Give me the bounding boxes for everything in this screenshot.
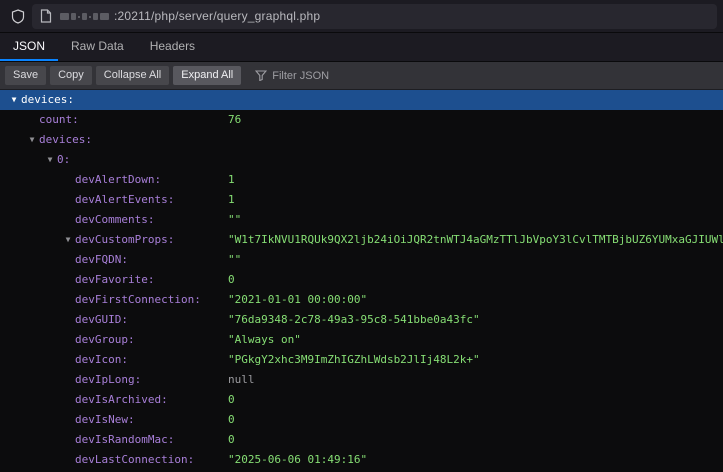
twisty-expanded-icon[interactable]: ▼ — [26, 130, 38, 150]
json-value: "" — [228, 210, 241, 230]
json-key: devCustomProps: — [0, 233, 174, 246]
filter-input[interactable] — [272, 70, 402, 82]
json-row-devFirstConnection[interactable]: devFirstConnection: "2021-01-01 00:00:00" — [0, 290, 723, 310]
json-value: "W1t7IkNVU1RQUk9QX2ljb24iOiJQR2tnWTJ4aGM… — [228, 230, 723, 250]
json-value: 76 — [228, 110, 241, 130]
json-row-devCustomProps[interactable]: ▼devCustomProps: "W1t7IkNVU1RQUk9QX2ljb24… — [0, 230, 723, 250]
json-value: "2025-06-06 01:49:16" — [228, 450, 367, 470]
json-key: devFQDN: — [0, 253, 128, 266]
twisty-expanded-icon[interactable]: ▼ — [62, 230, 74, 250]
browser-window: :20211/php/server/query_graphql.php JSON… — [0, 0, 723, 472]
json-key: devIcon: — [0, 353, 128, 366]
json-value: 0 — [228, 430, 235, 450]
json-key: devIpLong: — [0, 373, 141, 386]
json-row-devLastConnection[interactable]: devLastConnection: "2025-06-06 01:49:16" — [0, 450, 723, 470]
json-key: devFavorite: — [0, 273, 154, 286]
tab-json[interactable]: JSON — [0, 33, 58, 61]
host-redacted-blocks — [60, 13, 109, 20]
json-row-devIsArchived[interactable]: devIsArchived: 0 — [0, 390, 723, 410]
json-row-devFavorite[interactable]: devFavorite: 0 — [0, 270, 723, 290]
filter-icon — [255, 70, 267, 81]
json-key: devIsNew: — [0, 413, 135, 426]
json-key: devAlertDown: — [0, 173, 161, 186]
collapse-all-button[interactable]: Collapse All — [96, 66, 169, 85]
json-row-devIcon[interactable]: devIcon: "PGkgY2xhc3M9ImZhIGZhLWdsb2JlIj4… — [0, 350, 723, 370]
json-value: "" — [228, 250, 241, 270]
save-button[interactable]: Save — [5, 66, 46, 85]
json-row-devComments[interactable]: devComments: "" — [0, 210, 723, 230]
json-key: devAlertEvents: — [0, 193, 174, 206]
json-row-devices[interactable]: ▼devices: — [0, 90, 723, 110]
json-row-devAlertEvents[interactable]: devAlertEvents: 1 — [0, 190, 723, 210]
url-text[interactable]: :20211/php/server/query_graphql.php — [114, 9, 320, 23]
json-row-0[interactable]: ▼0: — [0, 150, 723, 170]
json-key: devComments: — [0, 213, 154, 226]
json-viewer-toolbar: Save Copy Collapse All Expand All — [0, 62, 723, 90]
json-key: devIsRandomMac: — [0, 433, 174, 446]
json-value: "PGkgY2xhc3M9ImZhIGZhLWdsb2JlIj48L2k+" — [228, 350, 480, 370]
json-key: devLastConnection: — [0, 453, 194, 466]
twisty-expanded-icon[interactable]: ▼ — [44, 150, 56, 170]
json-row-devAlertDown[interactable]: devAlertDown: 1 — [0, 170, 723, 190]
twisty-expanded-icon[interactable]: ▼ — [8, 90, 20, 110]
json-value: 0 — [228, 410, 235, 430]
json-value: 1 — [228, 170, 235, 190]
filter-box — [255, 70, 402, 82]
json-key: devGroup: — [0, 333, 135, 346]
page-info-icon[interactable] — [40, 9, 52, 23]
browser-topbar: :20211/php/server/query_graphql.php — [0, 0, 723, 33]
copy-button[interactable]: Copy — [50, 66, 92, 85]
json-row-devIsRandomMac[interactable]: devIsRandomMac: 0 — [0, 430, 723, 450]
json-key: devFirstConnection: — [0, 293, 201, 306]
expand-all-button[interactable]: Expand All — [173, 66, 241, 85]
json-key: count: — [0, 113, 79, 126]
json-tree: ▼devices:count:76▼devices:▼0:devAlertDow… — [0, 90, 723, 472]
json-row-devices[interactable]: ▼devices: — [0, 130, 723, 150]
tab-headers[interactable]: Headers — [137, 33, 208, 61]
json-value: "2021-01-01 00:00:00" — [228, 290, 367, 310]
url-bar[interactable]: :20211/php/server/query_graphql.php — [32, 4, 717, 29]
shield-icon[interactable] — [6, 9, 30, 24]
json-key: devIsArchived: — [0, 393, 168, 406]
json-row-devGroup[interactable]: devGroup: "Always on" — [0, 330, 723, 350]
json-row-devIsNew[interactable]: devIsNew: 0 — [0, 410, 723, 430]
json-key: devices: — [0, 133, 92, 146]
json-row-devGUID[interactable]: devGUID: "76da9348-2c78-49a3-95c8-541bbe0… — [0, 310, 723, 330]
json-row-count[interactable]: count: 76 — [0, 110, 723, 130]
json-key: devGUID: — [0, 313, 128, 326]
json-value: "76da9348-2c78-49a3-95c8-541bbe0a43fc" — [228, 310, 480, 330]
json-value: 0 — [228, 270, 235, 290]
json-key: 0: — [0, 153, 70, 166]
json-value: null — [228, 370, 255, 390]
json-viewer-tabbar: JSON Raw Data Headers — [0, 33, 723, 62]
json-row-devFQDN[interactable]: devFQDN: "" — [0, 250, 723, 270]
json-row-devIpLong[interactable]: devIpLong: null — [0, 370, 723, 390]
json-value: 0 — [228, 390, 235, 410]
tab-raw-data[interactable]: Raw Data — [58, 33, 137, 61]
json-value: 1 — [228, 190, 235, 210]
json-value: "Always on" — [228, 330, 301, 350]
